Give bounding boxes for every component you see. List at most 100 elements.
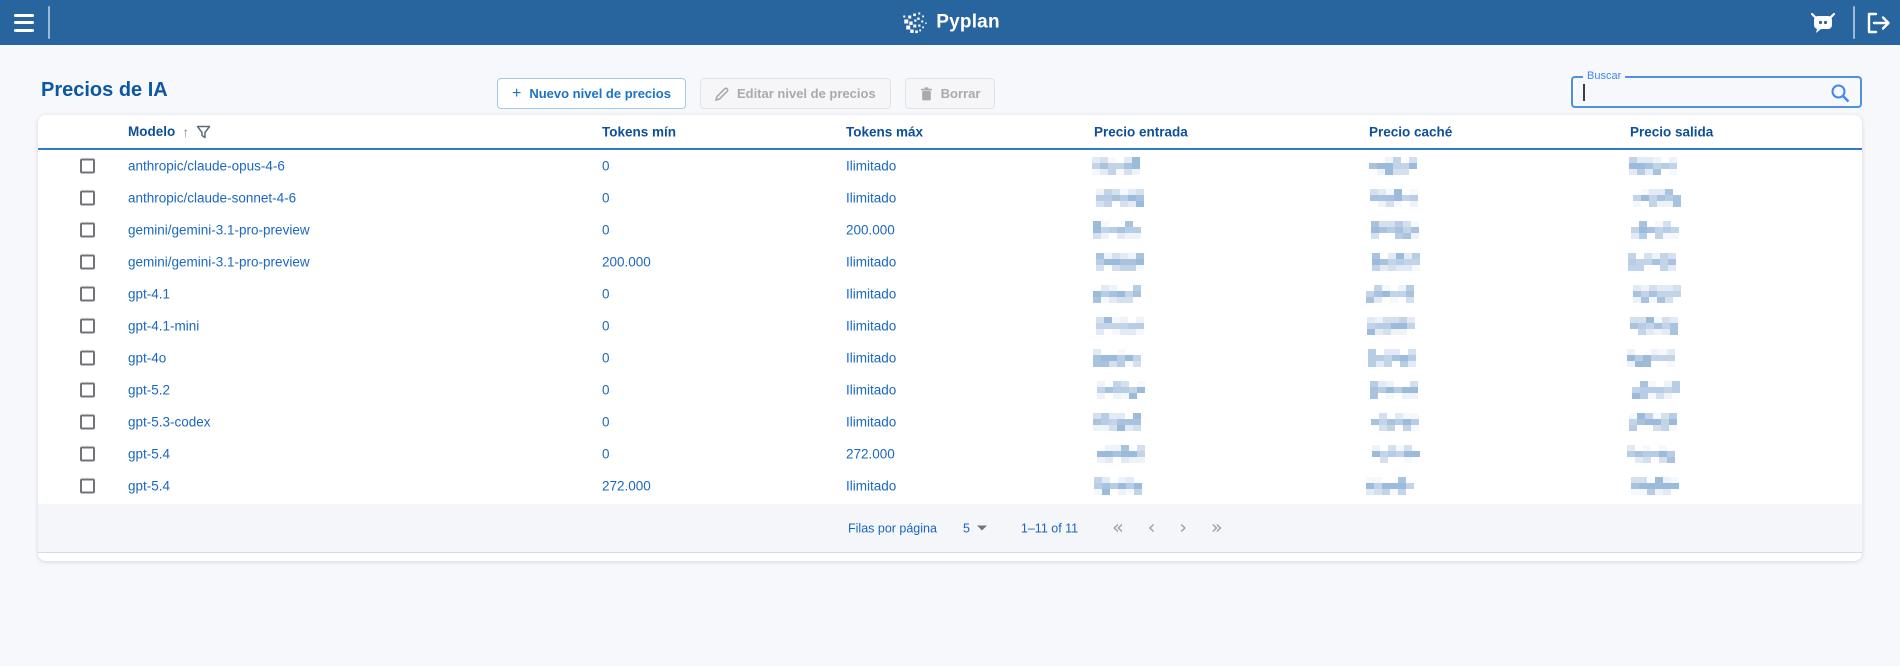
column-header-modelo[interactable]: Modelo ↑ xyxy=(128,124,211,140)
redacted-price-value xyxy=(1367,317,1415,335)
plus-icon: + xyxy=(512,84,522,102)
cell-tokens-max: Ilimitado xyxy=(846,286,897,302)
table-row[interactable]: gpt-4.1-mini 0 Ilimitado xyxy=(38,310,1862,342)
column-header-precio-entrada[interactable]: Precio entrada xyxy=(1094,124,1188,139)
search-field: Buscar xyxy=(1571,69,1862,109)
search-input[interactable] xyxy=(1581,80,1821,104)
edit-price-tier-button[interactable]: Editar nivel de precios xyxy=(699,78,891,109)
pricing-table-card: Modelo ↑ Tokens mín Tokens máx Precio en… xyxy=(38,115,1862,561)
delete-button[interactable]: Borrar xyxy=(904,78,996,109)
cell-tokens-max: Ilimitado xyxy=(846,254,897,270)
table-row[interactable]: gpt-4o 0 Ilimitado xyxy=(38,342,1862,374)
redacted-price-value xyxy=(1097,381,1145,399)
row-checkbox[interactable] xyxy=(80,382,95,398)
cell-tokens-min: 0 xyxy=(602,158,610,174)
table-row[interactable]: gpt-5.4 0 272.000 xyxy=(38,438,1862,470)
redacted-price-value xyxy=(1368,349,1416,367)
next-page-icon[interactable]: › xyxy=(1167,518,1199,538)
redacted-price-value xyxy=(1366,285,1414,303)
redacted-price-value xyxy=(1370,189,1418,207)
previous-page-icon[interactable]: ‹ xyxy=(1136,518,1168,538)
assistant-bot-icon[interactable] xyxy=(1806,8,1840,38)
table-row[interactable]: gpt-5.3-codex 0 Ilimitado xyxy=(38,406,1862,438)
row-checkbox[interactable] xyxy=(80,190,95,206)
row-checkbox[interactable] xyxy=(80,286,95,302)
new-price-tier-button[interactable]: + Nuevo nivel de precios xyxy=(497,78,686,109)
redacted-price-value xyxy=(1093,221,1141,239)
first-page-icon[interactable]: « xyxy=(1100,518,1136,538)
row-checkbox[interactable] xyxy=(80,414,95,430)
menu-icon[interactable] xyxy=(14,13,34,32)
table-body: anthropic/claude-opus-4-6 0 Ilimitado anthr… xyxy=(38,150,1862,502)
cell-tokens-min: 0 xyxy=(602,318,610,334)
cell-modelo: gpt-4o xyxy=(128,350,167,366)
app-logo: Pyplan xyxy=(900,9,1000,36)
row-checkbox[interactable] xyxy=(80,254,95,270)
top-bar: Pyplan xyxy=(0,0,1900,45)
action-buttons: + Nuevo nivel de precios Editar nivel de… xyxy=(497,78,996,109)
cell-tokens-min: 0 xyxy=(602,190,610,206)
cell-modelo: anthropic/claude-opus-4-6 xyxy=(128,158,285,174)
row-checkbox[interactable] xyxy=(80,222,95,238)
table-row[interactable]: gpt-4.1 0 Ilimitado xyxy=(38,278,1862,310)
redacted-price-value xyxy=(1629,157,1677,175)
redacted-price-value xyxy=(1631,477,1679,495)
redacted-price-value xyxy=(1633,285,1681,303)
pagination-nav: « ‹ › » xyxy=(1100,518,1235,538)
cell-modelo: gpt-5.4 xyxy=(128,446,171,462)
logout-icon[interactable] xyxy=(1862,8,1894,38)
redacted-price-value xyxy=(1627,349,1675,367)
redacted-price-value xyxy=(1371,413,1419,431)
table-row[interactable]: gpt-5.4 272.000 Ilimitado xyxy=(38,470,1862,502)
topbar-divider-left xyxy=(48,6,50,39)
redacted-price-value xyxy=(1094,477,1142,495)
row-checkbox[interactable] xyxy=(80,158,95,174)
table-footer: Filas por página 5 1–11 of 11 « ‹ › » xyxy=(38,504,1862,553)
column-header-tokens-min[interactable]: Tokens mín xyxy=(602,124,676,139)
last-page-icon[interactable]: » xyxy=(1199,518,1235,538)
cell-tokens-min: 0 xyxy=(602,222,610,238)
row-checkbox[interactable] xyxy=(80,318,95,334)
table-row[interactable]: gpt-5.2 0 Ilimitado xyxy=(38,374,1862,406)
cell-tokens-min: 272.000 xyxy=(602,478,651,494)
cell-tokens-min: 200.000 xyxy=(602,254,651,270)
cell-tokens-min: 0 xyxy=(602,382,610,398)
redacted-price-value xyxy=(1093,349,1141,367)
redacted-price-value xyxy=(1631,221,1679,239)
cell-tokens-max: Ilimitado xyxy=(846,318,897,334)
cell-tokens-min: 0 xyxy=(602,286,610,302)
table-row[interactable]: anthropic/claude-sonnet-4-6 0 Ilimitado xyxy=(38,182,1862,214)
redacted-price-value xyxy=(1097,445,1145,463)
app-name: Pyplan xyxy=(936,11,1000,33)
redacted-price-value xyxy=(1372,253,1420,271)
column-header-precio-salida[interactable]: Precio salida xyxy=(1630,124,1713,139)
column-header-tokens-max[interactable]: Tokens máx xyxy=(846,124,923,139)
search-icon[interactable] xyxy=(1829,82,1851,109)
sort-ascending-icon[interactable]: ↑ xyxy=(182,124,189,140)
cell-tokens-max: Ilimitado xyxy=(846,190,897,206)
cell-modelo: gpt-4.1-mini xyxy=(128,318,200,334)
rows-per-page-select[interactable]: 5 xyxy=(963,521,987,535)
topbar-divider-right xyxy=(1853,6,1855,39)
redacted-price-value xyxy=(1369,157,1417,175)
table-row[interactable]: gemini/gemini-3.1-pro-preview 0 200.000 xyxy=(38,214,1862,246)
redacted-price-value xyxy=(1372,445,1420,463)
cell-tokens-max: Ilimitado xyxy=(846,478,897,494)
row-checkbox[interactable] xyxy=(80,350,95,366)
column-header-precio-cache[interactable]: Precio caché xyxy=(1369,124,1452,139)
redacted-price-value xyxy=(1093,285,1141,303)
cell-tokens-max: Ilimitado xyxy=(846,350,897,366)
filter-funnel-icon[interactable] xyxy=(196,125,211,139)
row-checkbox[interactable] xyxy=(80,446,95,462)
pagination-range: 1–11 of 11 xyxy=(1020,521,1079,535)
table-row[interactable]: anthropic/claude-opus-4-6 0 Ilimitado xyxy=(38,150,1862,182)
cell-modelo: gemini/gemini-3.1-pro-preview xyxy=(128,222,310,238)
redacted-price-value xyxy=(1096,317,1144,335)
redacted-price-value xyxy=(1092,157,1140,175)
redacted-price-value xyxy=(1630,317,1678,335)
row-checkbox[interactable] xyxy=(80,478,95,494)
edit-pencil-icon xyxy=(714,86,729,101)
cell-tokens-max: Ilimitado xyxy=(846,158,897,174)
redacted-price-value xyxy=(1096,253,1144,271)
table-row[interactable]: gemini/gemini-3.1-pro-preview 200.000 Ilim… xyxy=(38,246,1862,278)
